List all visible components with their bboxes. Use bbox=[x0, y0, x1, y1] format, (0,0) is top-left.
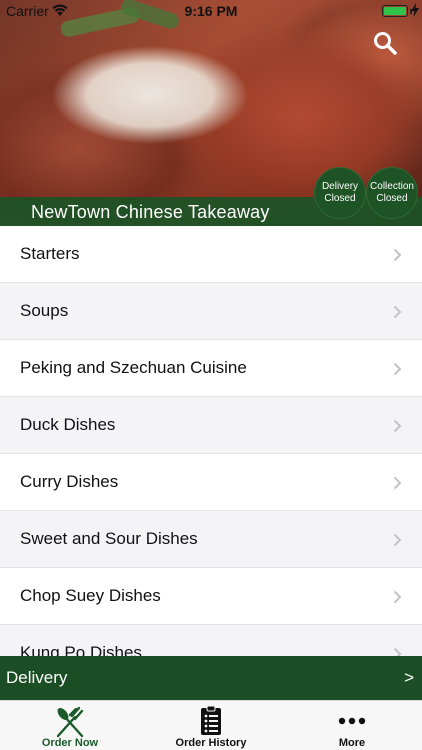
tab-label: Order Now bbox=[41, 737, 99, 749]
menu-item-kung-po[interactable]: Kung Po Dishes bbox=[0, 625, 422, 656]
menu-item-sweet-sour[interactable]: Sweet and Sour Dishes bbox=[0, 511, 422, 568]
chevron-right-icon bbox=[393, 476, 402, 490]
receipt-icon bbox=[201, 705, 221, 735]
more-dots-icon bbox=[338, 717, 366, 725]
menu-item-chop-suey[interactable]: Chop Suey Dishes bbox=[0, 568, 422, 625]
delivery-status-line1: Delivery bbox=[321, 181, 359, 192]
menu-item-label: Curry Dishes bbox=[20, 472, 119, 491]
charging-icon bbox=[411, 3, 419, 17]
delivery-status-line2: Closed bbox=[324, 193, 356, 204]
chevron-right-icon bbox=[393, 248, 402, 262]
menu-item-label: Peking and Szechuan Cuisine bbox=[20, 358, 247, 377]
menu-category-list[interactable]: Starters Soups Peking and Szechuan Cuisi… bbox=[0, 226, 422, 656]
chevron-right-icon bbox=[393, 419, 402, 433]
menu-item-label: Soups bbox=[20, 301, 69, 320]
battery-icon bbox=[382, 5, 408, 17]
tab-order-now[interactable]: Order Now bbox=[0, 701, 140, 750]
menu-item-label: Kung Po Dishes bbox=[20, 643, 142, 656]
order-type-bar[interactable]: Delivery > bbox=[0, 656, 422, 700]
status-bar: Carrier 9:16 PM bbox=[0, 0, 422, 22]
menu-item-label: Chop Suey Dishes bbox=[20, 586, 161, 605]
collection-status-line1: Collection bbox=[370, 181, 414, 192]
menu-item-label: Starters bbox=[20, 244, 80, 263]
search-icon[interactable] bbox=[372, 30, 398, 56]
chevron-right-icon bbox=[393, 590, 402, 604]
chevron-right-icon bbox=[393, 533, 402, 547]
fork-knife-icon bbox=[56, 706, 84, 738]
tab-more[interactable]: More bbox=[282, 701, 422, 750]
battery-level bbox=[384, 7, 406, 15]
menu-item-soups[interactable]: Soups bbox=[0, 283, 422, 340]
menu-item-label: Duck Dishes bbox=[20, 415, 116, 434]
restaurant-name: NewTown Chinese Takeaway bbox=[31, 202, 270, 222]
collection-status-badge: Collection Closed bbox=[366, 167, 418, 219]
menu-item-label: Sweet and Sour Dishes bbox=[20, 529, 198, 548]
order-type-label: Delivery bbox=[6, 668, 68, 687]
chevron-right-icon bbox=[393, 305, 402, 319]
tab-label: Order History bbox=[175, 737, 247, 749]
order-type-arrow: > bbox=[404, 668, 414, 687]
collection-status-line2: Closed bbox=[376, 193, 408, 204]
tab-label: More bbox=[338, 737, 366, 749]
chevron-right-icon bbox=[393, 362, 402, 376]
menu-item-duck[interactable]: Duck Dishes bbox=[0, 397, 422, 454]
delivery-status-badge: Delivery Closed bbox=[314, 167, 366, 219]
clock: 9:16 PM bbox=[184, 3, 238, 19]
chevron-right-icon bbox=[393, 647, 402, 656]
tab-order-history[interactable]: Order History bbox=[141, 701, 281, 750]
menu-item-starters[interactable]: Starters bbox=[0, 226, 422, 283]
menu-item-curry[interactable]: Curry Dishes bbox=[0, 454, 422, 511]
tab-bar: Order Now Order History More bbox=[0, 700, 422, 750]
menu-item-peking-szechuan[interactable]: Peking and Szechuan Cuisine bbox=[0, 340, 422, 397]
